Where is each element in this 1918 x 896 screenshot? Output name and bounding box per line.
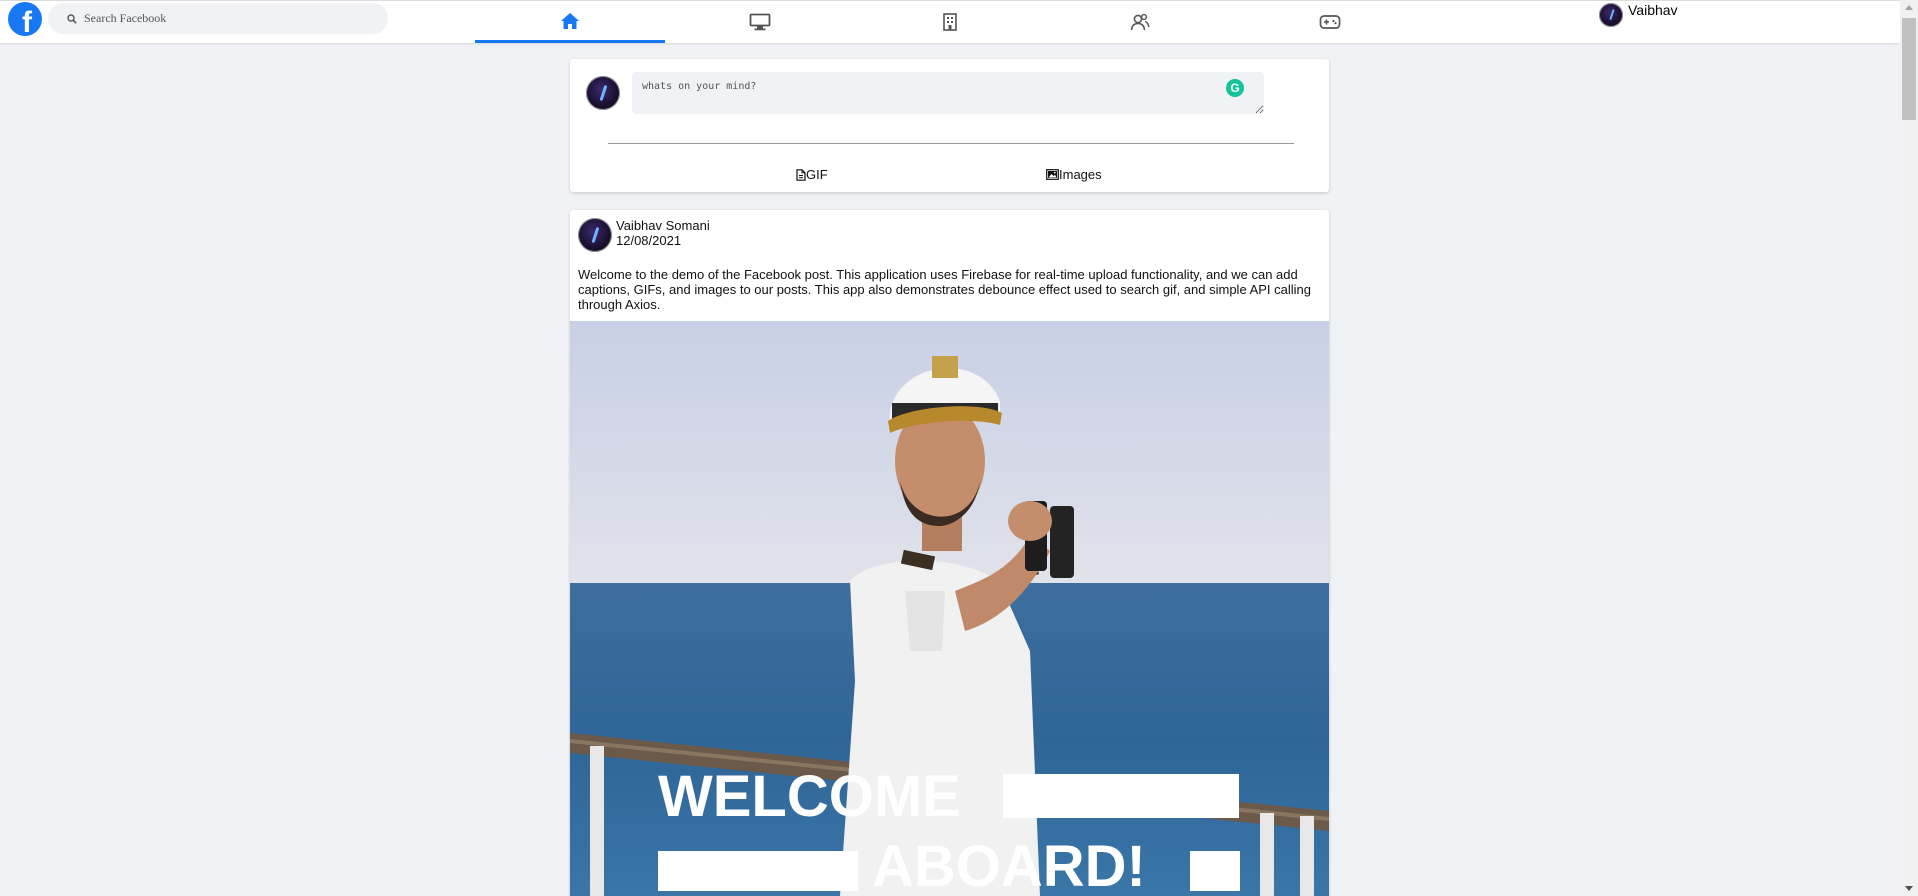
file-icon xyxy=(796,168,806,181)
tab-gaming[interactable] xyxy=(1235,1,1425,43)
monitor-icon xyxy=(749,13,771,31)
tab-watch[interactable] xyxy=(665,1,855,43)
profile-button[interactable]: Vaibhav xyxy=(1599,1,1678,27)
gif-aboard-text: ABOARD! xyxy=(872,834,1146,896)
post-author-avatar[interactable] xyxy=(578,218,612,252)
post-gif-image[interactable]: WELCOME ABOARD! xyxy=(570,321,1329,896)
facebook-logo-icon[interactable]: f xyxy=(8,2,42,36)
search-input[interactable] xyxy=(82,10,366,27)
scroll-thumb[interactable] xyxy=(1902,18,1916,120)
page-scrollbar[interactable] xyxy=(1900,0,1918,896)
images-button[interactable]: Images xyxy=(1046,167,1102,182)
scroll-up-arrow-icon[interactable] xyxy=(1905,5,1913,10)
tab-groups[interactable] xyxy=(1045,1,1235,43)
search-icon xyxy=(67,13,77,24)
profile-name: Vaibhav xyxy=(1628,1,1678,18)
gif-button-label: GIF xyxy=(806,167,828,182)
post-gif-illustration: WELCOME ABOARD! xyxy=(570,321,1329,896)
home-icon xyxy=(561,12,579,29)
search-box[interactable] xyxy=(48,3,388,34)
gif-welcome-text: WELCOME xyxy=(658,764,961,829)
status-input[interactable] xyxy=(632,72,1264,114)
images-button-label: Images xyxy=(1059,167,1102,182)
people-icon xyxy=(1130,13,1150,31)
grammarly-icon[interactable]: G xyxy=(1226,79,1244,97)
top-navigation-bar: f Search Facebook Vaibhav xyxy=(0,0,1900,43)
tab-marketplace[interactable] xyxy=(855,1,1045,43)
gamepad-icon xyxy=(1319,15,1341,29)
building-icon xyxy=(943,13,957,31)
composer-divider xyxy=(608,143,1294,144)
composer-avatar xyxy=(586,76,620,110)
post-author-name[interactable]: Vaibhav Somani xyxy=(616,218,710,233)
image-icon xyxy=(1046,169,1059,180)
tab-home[interactable] xyxy=(475,1,665,43)
post-composer: G GIF Images xyxy=(570,59,1329,192)
post-caption: Welcome to the demo of the Facebook post… xyxy=(578,267,1311,312)
feed-post: Vaibhav Somani 12/08/2021 Welcome to the… xyxy=(570,210,1329,896)
post-date: 12/08/2021 xyxy=(616,233,682,248)
scroll-down-arrow-icon[interactable] xyxy=(1905,886,1913,891)
gif-button[interactable]: GIF xyxy=(796,167,828,182)
avatar xyxy=(1599,3,1623,27)
